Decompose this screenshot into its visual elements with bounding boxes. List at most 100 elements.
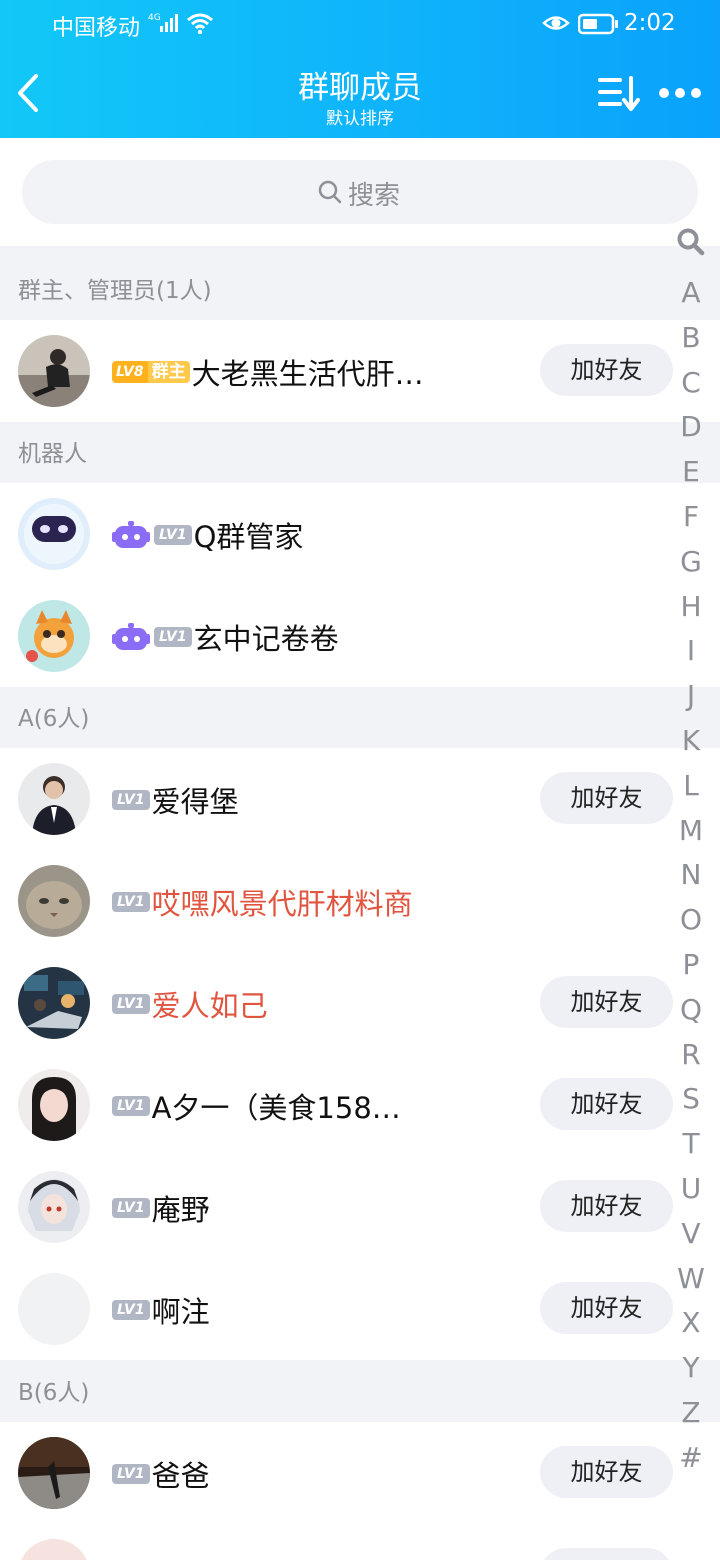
member-name: 庵野 bbox=[151, 1193, 210, 1227]
index-letter-i[interactable]: I bbox=[668, 634, 714, 667]
avatar bbox=[18, 1273, 90, 1345]
index-letter-y[interactable]: Y bbox=[668, 1351, 714, 1384]
index-letter-m[interactable]: M bbox=[668, 814, 714, 847]
index-letter-p[interactable]: P bbox=[668, 948, 714, 981]
avatar bbox=[18, 865, 90, 937]
section-header-a: A(6人) bbox=[0, 687, 720, 748]
member-row[interactable]: LV8 群主 大老黑生活代肝… 加好友 bbox=[0, 320, 720, 422]
add-friend-button-partial[interactable] bbox=[540, 1548, 673, 1560]
status-bar: 中国移动 4G 2:02 bbox=[0, 0, 720, 50]
member-row[interactable]: LV1 庵野 加好友 bbox=[0, 1156, 720, 1258]
carrier-name: 中国移动 bbox=[52, 16, 141, 41]
member-row[interactable]: LV1 爸爸 加好友 bbox=[0, 1422, 720, 1524]
level-badge: LV1 bbox=[112, 790, 150, 810]
avatar bbox=[18, 498, 90, 570]
index-letter-a[interactable]: A bbox=[668, 276, 714, 309]
index-search-icon[interactable] bbox=[675, 226, 707, 262]
owner-badge: LV8 群主 bbox=[112, 361, 190, 383]
member-row-partial[interactable] bbox=[0, 1524, 720, 1560]
index-letter-f[interactable]: F bbox=[668, 500, 714, 533]
section-header-admins: 群主、管理员(1人) bbox=[0, 246, 720, 320]
index-letter-q[interactable]: Q bbox=[668, 993, 714, 1026]
member-name: 爱得堡 bbox=[151, 785, 239, 819]
member-row[interactable]: LV1 爱人如己 加好友 bbox=[0, 952, 720, 1054]
index-letter-e[interactable]: E bbox=[668, 455, 714, 488]
avatar bbox=[18, 600, 90, 672]
section-header-b: B(6人) bbox=[0, 1360, 720, 1422]
more-dots-icon bbox=[659, 88, 701, 98]
index-letter-s[interactable]: S bbox=[668, 1082, 714, 1115]
level-badge: LV1 bbox=[112, 1096, 150, 1116]
level-badge: LV8 bbox=[112, 361, 148, 383]
index-letter-b[interactable]: B bbox=[668, 321, 714, 354]
add-friend-button[interactable]: 加好友 bbox=[540, 1282, 673, 1334]
member-row[interactable]: LV1 A夕一（美食158… 加好友 bbox=[0, 1054, 720, 1156]
level-badge: LV1 bbox=[112, 892, 150, 912]
sort-icon bbox=[598, 76, 640, 111]
index-letter-g[interactable]: G bbox=[668, 545, 714, 578]
index-letter-u[interactable]: U bbox=[668, 1172, 714, 1205]
more-button[interactable] bbox=[658, 82, 702, 104]
index-letter-c[interactable]: C bbox=[668, 366, 714, 399]
app-header: 中国移动 4G 2:02 群聊成员 默认排序 bbox=[0, 0, 720, 138]
add-friend-button[interactable]: 加好友 bbox=[540, 1180, 673, 1232]
member-row[interactable]: LV1 Q群管家 bbox=[0, 483, 720, 585]
member-name: 啊注 bbox=[151, 1295, 210, 1329]
level-badge: LV1 bbox=[154, 525, 192, 545]
index-letter-t[interactable]: T bbox=[668, 1127, 714, 1160]
member-name: Q群管家 bbox=[193, 520, 304, 554]
member-name: 玄中记卷卷 bbox=[193, 622, 339, 656]
battery-icon bbox=[577, 13, 620, 39]
index-letter-x[interactable]: X bbox=[668, 1306, 714, 1339]
index-letter-n[interactable]: N bbox=[668, 858, 714, 891]
search-icon bbox=[316, 178, 344, 210]
member-name: 大老黑生活代肝… bbox=[191, 357, 424, 391]
avatar bbox=[18, 335, 90, 407]
member-name: 爸爸 bbox=[151, 1459, 210, 1493]
member-name: 爱人如己 bbox=[151, 989, 268, 1023]
avatar bbox=[18, 967, 90, 1039]
member-row[interactable]: LV1 玄中记卷卷 bbox=[0, 585, 720, 687]
signal-icon: 4G bbox=[148, 10, 182, 40]
index-letter-k[interactable]: K bbox=[668, 724, 714, 757]
status-time: 2:02 bbox=[624, 10, 676, 36]
index-letter-o[interactable]: O bbox=[668, 903, 714, 936]
index-letter-w[interactable]: W bbox=[668, 1262, 714, 1295]
level-badge: LV1 bbox=[154, 627, 192, 647]
index-letter-r[interactable]: R bbox=[668, 1038, 714, 1071]
member-row[interactable]: LV1 啊注 加好友 bbox=[0, 1258, 720, 1360]
level-badge: LV1 bbox=[112, 1300, 150, 1320]
avatar bbox=[18, 1539, 90, 1560]
index-letter-l[interactable]: L bbox=[668, 769, 714, 802]
robot-icon bbox=[112, 521, 150, 549]
index-letter-z[interactable]: Z bbox=[668, 1396, 714, 1429]
eye-comfort-icon bbox=[542, 12, 570, 38]
add-friend-button[interactable]: 加好友 bbox=[540, 1446, 673, 1498]
index-letter-d[interactable]: D bbox=[668, 410, 714, 443]
index-letter-v[interactable]: V bbox=[668, 1217, 714, 1250]
level-badge: LV1 bbox=[112, 994, 150, 1014]
wifi-icon bbox=[186, 11, 214, 39]
member-name: A夕一（美食158… bbox=[151, 1091, 401, 1125]
avatar bbox=[18, 1171, 90, 1243]
search-placeholder: 搜索 bbox=[348, 181, 401, 211]
index-letter-h[interactable]: H bbox=[668, 590, 714, 623]
add-friend-button[interactable]: 加好友 bbox=[540, 772, 673, 824]
role-badge: 群主 bbox=[147, 361, 190, 383]
index-letter-j[interactable]: J bbox=[668, 679, 714, 712]
avatar bbox=[18, 1069, 90, 1141]
add-friend-button[interactable]: 加好友 bbox=[540, 976, 673, 1028]
member-row[interactable]: LV1 爱得堡 加好友 bbox=[0, 748, 720, 850]
add-friend-button[interactable]: 加好友 bbox=[540, 1078, 673, 1130]
level-badge: LV1 bbox=[112, 1464, 150, 1484]
search-input[interactable]: 搜索 bbox=[22, 160, 698, 224]
level-badge: LV1 bbox=[112, 1198, 150, 1218]
add-friend-button[interactable]: 加好友 bbox=[540, 344, 673, 396]
sort-button[interactable] bbox=[596, 72, 642, 114]
index-letter-hash[interactable]: # bbox=[668, 1441, 714, 1474]
member-row[interactable]: LV1 哎嘿风景代肝材料商 bbox=[0, 850, 720, 952]
avatar bbox=[18, 763, 90, 835]
section-header-robots: 机器人 bbox=[0, 422, 720, 483]
robot-icon bbox=[112, 623, 150, 651]
member-name: 哎嘿风景代肝材料商 bbox=[151, 887, 413, 921]
